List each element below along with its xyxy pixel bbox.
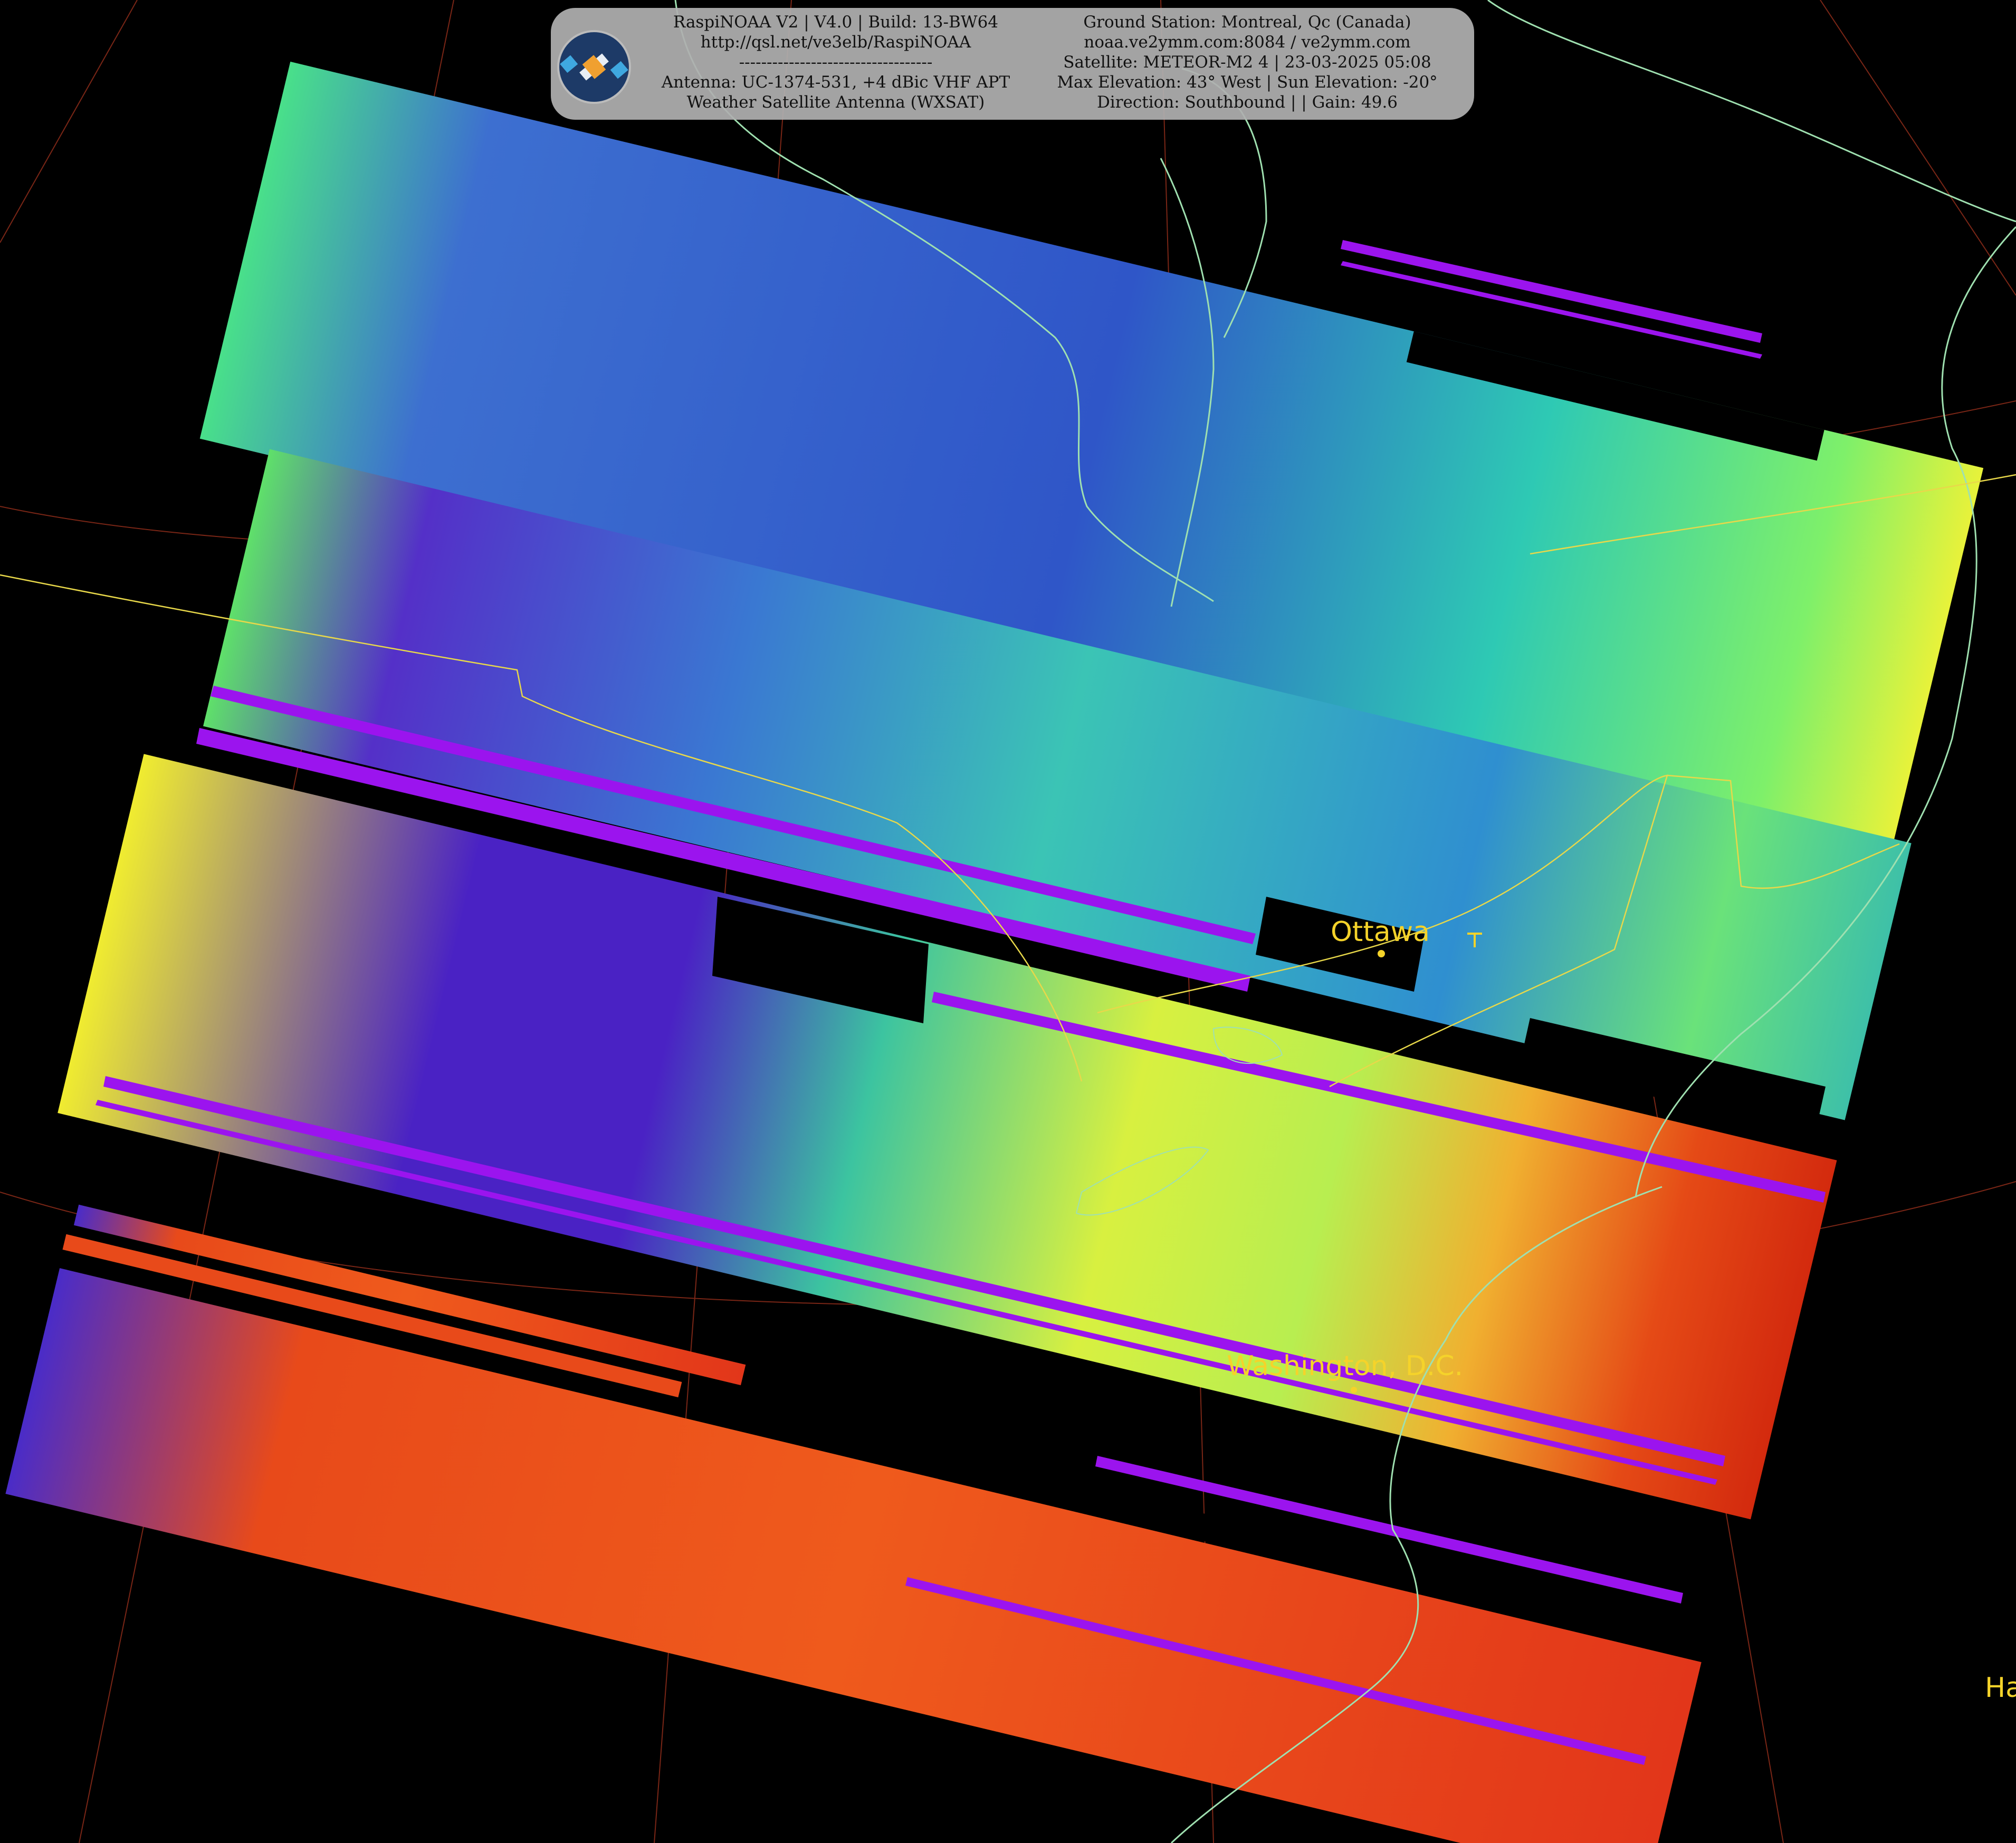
satellite-pass: Satellite: METEOR-M2 4 | 23-03-2025 05:0… xyxy=(1063,53,1431,72)
elevation-info: Max Elevation: 43° West | Sun Elevation:… xyxy=(1057,73,1438,92)
software-url: http://qsl.net/ve3elb/RaspiNOAA xyxy=(700,33,971,52)
antenna-type: Weather Satellite Antenna (WXSAT) xyxy=(686,93,985,112)
station-url: noaa.ve2ymm.com:8084 / ve2ymm.com xyxy=(1084,33,1411,52)
info-panel: RaspiNOAA V2 | V4.0 | Build: 13-BW64 htt… xyxy=(551,8,1474,120)
ottawa-label: Ottawa xyxy=(1331,916,1430,948)
ottawa-marker xyxy=(1378,950,1385,957)
station-info-left: RaspiNOAA V2 | V4.0 | Build: 13-BW64 htt… xyxy=(635,12,1036,112)
satellite-icon xyxy=(557,30,631,104)
partial-city-label: Ha xyxy=(1985,1672,2016,1704)
software-version: RaspiNOAA V2 | V4.0 | Build: 13-BW64 xyxy=(673,13,999,32)
ground-station: Ground Station: Montreal, Qc (Canada) xyxy=(1083,13,1411,32)
washington-label: Washington, D.C. xyxy=(1227,1350,1464,1382)
satellite-map xyxy=(0,0,2016,1843)
antenna-info: Antenna: UC-1374-531, +4 dBic VHF APT xyxy=(661,73,1010,92)
separator: ----------------------------------- xyxy=(739,53,933,72)
station-info-right: Ground Station: Montreal, Qc (Canada) no… xyxy=(1026,12,1469,112)
washington-marker xyxy=(1351,1387,1357,1393)
direction-gain: Direction: Southbound | | Gain: 49.6 xyxy=(1096,93,1398,112)
